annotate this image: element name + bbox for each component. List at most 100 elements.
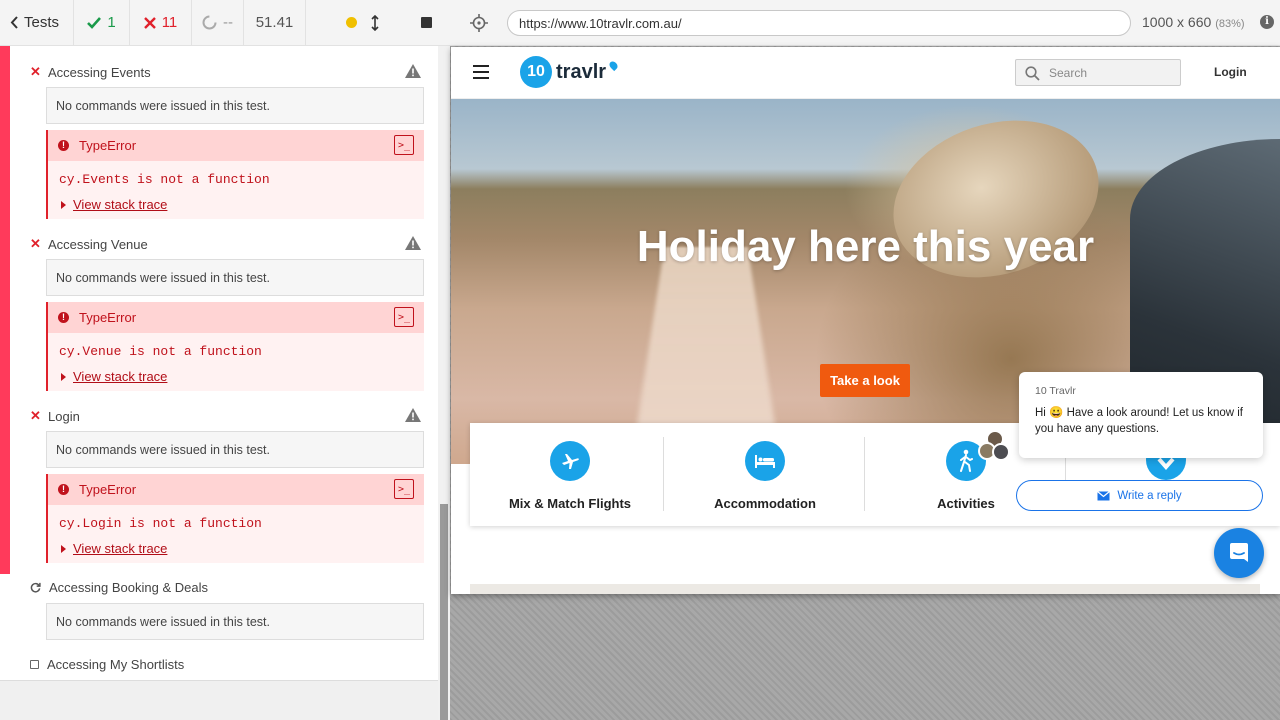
pending-number: -- bbox=[223, 14, 233, 31]
intercom-launcher-icon[interactable] bbox=[1214, 528, 1264, 578]
search-icon bbox=[1025, 66, 1040, 81]
hero-title: Holiday here this year bbox=[636, 222, 1095, 271]
stack-link-label: View stack trace bbox=[73, 369, 168, 384]
viewport-size: 1000 x 660 (83%) bbox=[1142, 14, 1245, 30]
failure-stripe bbox=[0, 46, 10, 574]
login-link[interactable]: Login bbox=[1214, 65, 1247, 79]
avatar bbox=[992, 443, 1010, 461]
test-title-accessing-venue[interactable]: ✕ Accessing Venue bbox=[30, 236, 148, 252]
reporter-footer bbox=[0, 680, 438, 720]
content-band bbox=[470, 584, 1260, 594]
site-search-input[interactable]: Search bbox=[1015, 59, 1181, 86]
reporter-controls bbox=[306, 0, 450, 46]
chat-sender: 10 Travlr bbox=[1035, 385, 1076, 397]
fail-x-icon: ✕ bbox=[30, 64, 41, 79]
error-message: cy.Venue is not a function bbox=[59, 344, 262, 359]
print-to-console-icon[interactable]: >_ bbox=[394, 479, 414, 499]
reporter-header: Tests 1 11 -- 51.41 bbox=[0, 0, 450, 46]
take-a-look-button[interactable]: Take a look bbox=[820, 364, 910, 397]
status-dot-icon bbox=[346, 17, 357, 28]
auto-scroll-icon[interactable] bbox=[371, 14, 379, 31]
view-stack-trace-link[interactable]: View stack trace bbox=[48, 369, 424, 384]
viewport-zoom: (83%) bbox=[1215, 18, 1245, 30]
no-commands-message: No commands were issued in this test. bbox=[46, 259, 424, 296]
failed-count: 11 bbox=[130, 0, 192, 46]
test-title-label: Accessing My Shortlists bbox=[47, 657, 185, 672]
error-type: TypeError bbox=[79, 138, 137, 153]
error-header: ! TypeError >_ bbox=[48, 302, 424, 333]
card-mix-match-flights[interactable]: Mix & Match Flights bbox=[470, 423, 670, 526]
error-box: ! TypeError >_ cy.Events is not a functi… bbox=[46, 130, 424, 219]
test-title-label: Accessing Events bbox=[48, 64, 151, 80]
write-a-reply-button[interactable]: Write a reply bbox=[1016, 480, 1263, 511]
pending-square-icon bbox=[30, 660, 39, 669]
card-accommodation[interactable]: Accommodation bbox=[665, 423, 865, 526]
view-stack-trace-link[interactable]: View stack trace bbox=[48, 197, 424, 212]
print-to-console-icon[interactable]: >_ bbox=[394, 307, 414, 327]
warning-icon bbox=[405, 64, 421, 78]
chevron-left-icon bbox=[10, 16, 18, 29]
x-icon bbox=[143, 16, 156, 29]
no-commands-message: No commands were issued in this test. bbox=[46, 87, 424, 124]
hero-hat-image bbox=[872, 99, 1120, 303]
warning-icon bbox=[405, 236, 421, 250]
stop-icon[interactable] bbox=[421, 17, 432, 28]
failed-number: 11 bbox=[161, 14, 178, 31]
error-type: TypeError bbox=[79, 310, 137, 325]
reply-label: Write a reply bbox=[1117, 489, 1182, 502]
test-title-label: Login bbox=[48, 408, 80, 424]
test-title-accessing-my-shortlists[interactable]: Accessing My Shortlists bbox=[30, 657, 184, 672]
site-navbar: 10 travlr Search Login bbox=[451, 47, 1280, 99]
chat-message: Hi 😀 Have a look around! Let us know if … bbox=[1035, 407, 1244, 435]
search-placeholder: Search bbox=[1049, 65, 1088, 80]
pending-count: -- bbox=[192, 0, 244, 46]
info-icon[interactable]: i bbox=[1260, 15, 1274, 29]
duration: 51.41 bbox=[244, 0, 306, 46]
test-title-label: Accessing Booking & Deals bbox=[49, 580, 208, 595]
test-title-accessing-booking-deals[interactable]: Accessing Booking & Deals bbox=[30, 580, 208, 595]
tests-button[interactable]: Tests bbox=[0, 0, 74, 46]
test-title-login[interactable]: ✕ Login bbox=[30, 408, 80, 424]
hamburger-menu-icon[interactable] bbox=[473, 65, 489, 79]
fail-x-icon: ✕ bbox=[30, 408, 41, 423]
test-title-label: Accessing Venue bbox=[48, 236, 148, 252]
caret-right-icon bbox=[61, 372, 66, 381]
logo-wordmark: travlr bbox=[556, 60, 607, 83]
site-logo[interactable]: 10 travlr bbox=[520, 55, 620, 89]
logo-badge: 10 bbox=[520, 56, 552, 88]
test-title-accessing-events[interactable]: ✕ Accessing Events bbox=[30, 64, 151, 80]
selector-playground-icon[interactable] bbox=[470, 14, 488, 32]
print-to-console-icon[interactable]: >_ bbox=[394, 135, 414, 155]
viewport-dimensions: 1000 x 660 bbox=[1142, 14, 1212, 30]
view-stack-trace-link[interactable]: View stack trace bbox=[48, 541, 424, 556]
error-icon: ! bbox=[58, 312, 69, 323]
no-commands-message: No commands were issued in this test. bbox=[46, 603, 424, 640]
plane-icon bbox=[550, 441, 590, 481]
reporter-scrollbar[interactable] bbox=[438, 46, 450, 720]
test-reporter-panel: Tests 1 11 -- 51.41 ✕ Accessing Events N… bbox=[0, 0, 450, 720]
agent-avatars bbox=[978, 430, 1012, 464]
running-refresh-icon bbox=[30, 582, 41, 593]
envelope-icon bbox=[1097, 490, 1111, 500]
error-type: TypeError bbox=[79, 482, 137, 497]
pending-circle-icon bbox=[202, 15, 217, 30]
error-icon: ! bbox=[58, 140, 69, 151]
card-divider bbox=[663, 437, 664, 511]
scrollbar-thumb[interactable] bbox=[440, 504, 448, 720]
caret-right-icon bbox=[61, 200, 66, 209]
error-icon: ! bbox=[58, 484, 69, 495]
card-divider bbox=[864, 437, 865, 511]
warning-icon bbox=[405, 408, 421, 422]
location-pin-icon bbox=[607, 59, 620, 71]
caret-right-icon bbox=[61, 544, 66, 553]
website-frame: 10 travlr Search Login Holiday here this… bbox=[451, 47, 1280, 594]
error-box: ! TypeError >_ cy.Login is not a functio… bbox=[46, 474, 424, 563]
card-label: Accommodation bbox=[714, 496, 816, 511]
stack-link-label: View stack trace bbox=[73, 541, 168, 556]
chat-message-card[interactable]: 10 Travlr Hi 😀 Have a look around! Let u… bbox=[1019, 372, 1263, 458]
partial-heart-icon bbox=[1146, 458, 1186, 480]
url-bar[interactable]: https://www.10travlr.com.au/ bbox=[507, 10, 1131, 36]
card-label: Mix & Match Flights bbox=[508, 496, 632, 511]
passed-number: 1 bbox=[107, 14, 116, 31]
check-icon bbox=[87, 16, 102, 29]
